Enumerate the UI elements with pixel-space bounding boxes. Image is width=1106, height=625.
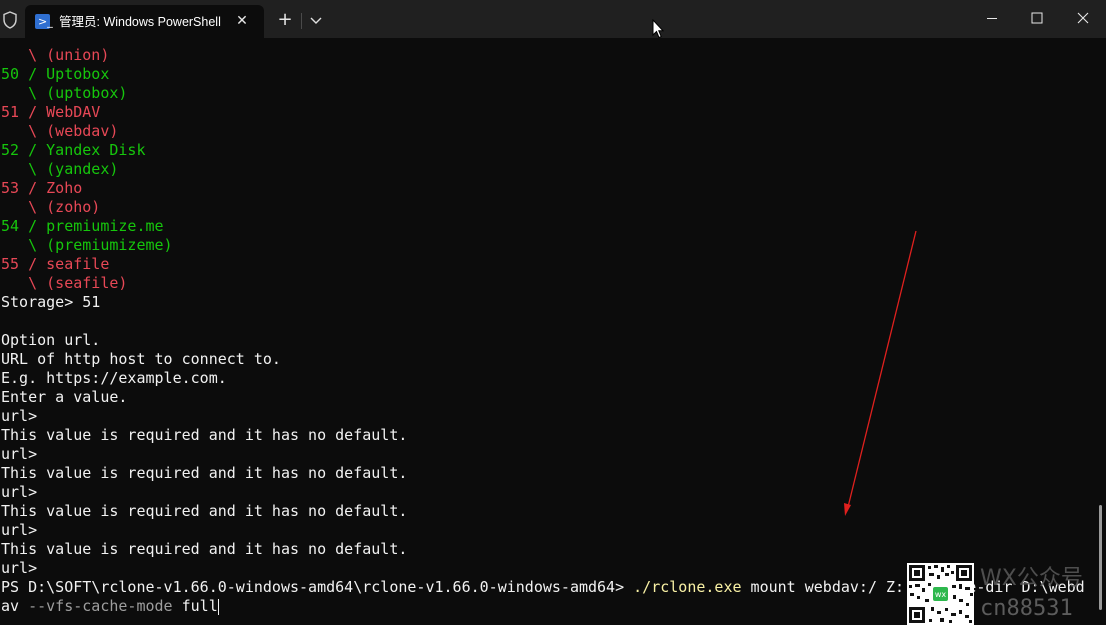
terminal-line: This value is required and it has no def… xyxy=(1,540,408,558)
terminal-line: \ (union) xyxy=(1,46,110,64)
terminal-line: E.g. https://example.com. xyxy=(1,369,227,387)
command-exe: ./rclone.exe xyxy=(633,578,742,596)
divider xyxy=(301,13,302,29)
terminal-line: 51 / WebDAV xyxy=(1,103,101,121)
terminal-line: \ (webdav) xyxy=(1,122,119,140)
title-bar: >_ 管理员: Windows PowerShell ✕ + xyxy=(0,0,1106,39)
command-flag: --vfs-cache-mode xyxy=(19,597,173,615)
terminal-line: 52 / Yandex Disk xyxy=(1,141,146,159)
terminal-line: This value is required and it has no def… xyxy=(1,502,408,520)
watermark-line-1: WX公众号 xyxy=(980,566,1083,591)
minimize-button[interactable] xyxy=(969,0,1015,38)
new-tab-button[interactable]: + xyxy=(276,11,294,29)
svg-text:wx: wx xyxy=(935,590,947,599)
terminal-line: This value is required and it has no def… xyxy=(1,464,408,482)
qr-code: wx xyxy=(907,563,974,625)
chevron-down-icon[interactable] xyxy=(308,11,324,29)
terminal-line: Storage> 51 xyxy=(1,293,101,311)
terminal-line: url> xyxy=(1,521,38,539)
terminal-line: \ (seafile) xyxy=(1,274,128,292)
command-continuation: av xyxy=(1,597,20,615)
terminal-line: url> xyxy=(1,407,38,425)
terminal-line: 53 / Zoho xyxy=(1,179,83,197)
watermark: WX公众号 cn88531 xyxy=(980,566,1106,625)
terminal-line: 55 / seafile xyxy=(1,255,110,273)
powershell-icon: >_ xyxy=(35,14,53,29)
text-caret xyxy=(217,598,219,615)
terminal-line: url> xyxy=(1,445,38,463)
tab-title: 管理员: Windows PowerShell xyxy=(59,15,221,29)
maximize-button[interactable] xyxy=(1014,0,1060,38)
terminal-line: 54 / premiumize.me xyxy=(1,217,164,235)
terminal-line: This value is required and it has no def… xyxy=(1,426,408,444)
prompt-text: PS D:\SOFT\rclone-v1.66.0-windows-amd64\… xyxy=(1,578,634,596)
watermark-line-2: cn88531 xyxy=(980,596,1073,621)
terminal-line: \ (uptobox) xyxy=(1,84,128,102)
mouse-cursor-icon xyxy=(652,19,664,39)
terminal-line: 50 / Uptobox xyxy=(1,65,110,83)
close-window-button[interactable] xyxy=(1060,0,1106,38)
terminal-line: Option url. xyxy=(1,331,101,349)
command-value: full xyxy=(172,597,218,615)
terminal-line: \ (premiumizeme) xyxy=(1,236,173,254)
terminal-line: url> xyxy=(1,483,38,501)
tab-close-button[interactable]: ✕ xyxy=(234,13,250,29)
terminal-line: Enter a value. xyxy=(1,388,128,406)
terminal-lines: \ (union) 50 / Uptobox \ (uptobox) 51 / We… xyxy=(1,46,1105,578)
tab-powershell[interactable]: >_ 管理员: Windows PowerShell ✕ xyxy=(25,5,264,38)
terminal-line: \ (zoho) xyxy=(1,198,101,216)
terminal-line: \ (yandex) xyxy=(1,160,119,178)
shield-icon xyxy=(3,11,17,29)
terminal-output[interactable]: \ (union) 50 / Uptobox \ (uptobox) 51 / We… xyxy=(1,46,1105,616)
terminal-line: URL of http host to connect to. xyxy=(1,350,281,368)
